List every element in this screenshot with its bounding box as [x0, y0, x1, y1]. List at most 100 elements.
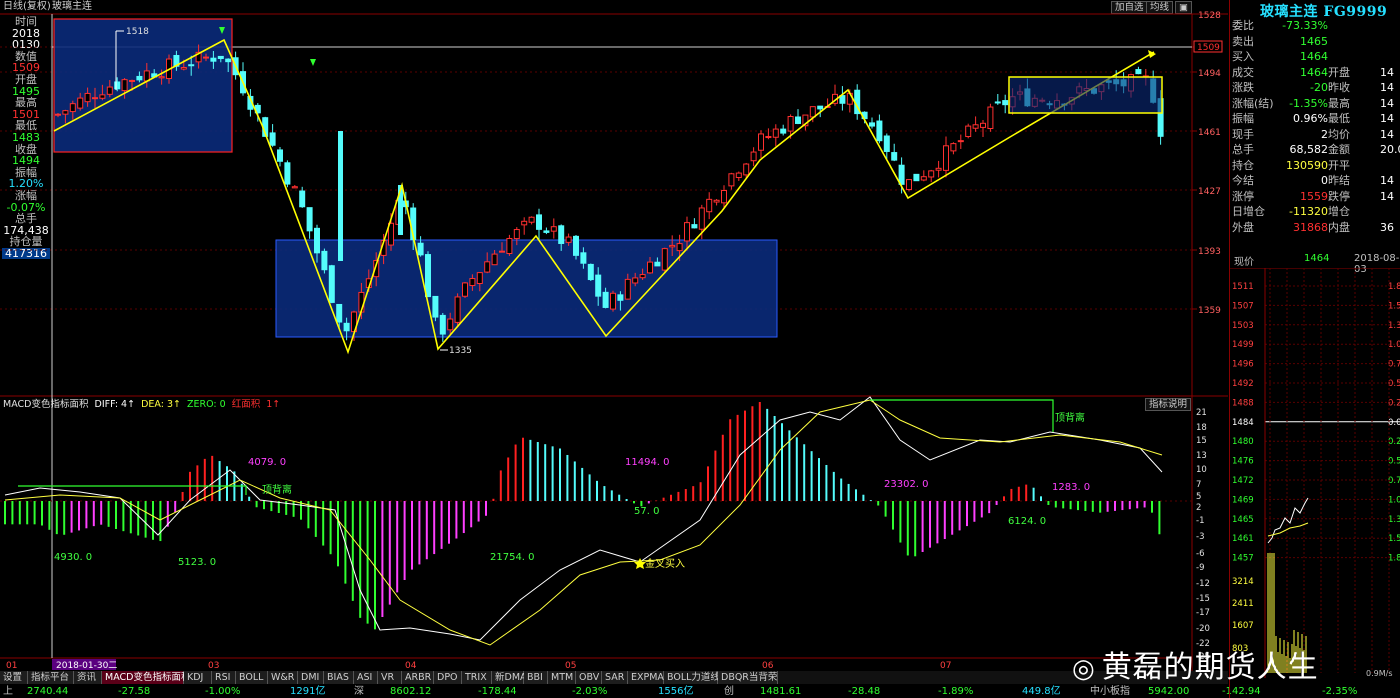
quote-row-value2: 36 [1380, 220, 1394, 234]
mini-pct: 1.04 [1388, 340, 1400, 350]
quote-row-label: 涨停 [1232, 189, 1254, 203]
price-label: 1393 [1198, 247, 1221, 257]
candle-body [158, 76, 165, 79]
cursor-price: 1509 [1197, 43, 1220, 53]
tab-3[interactable]: MACD变色指标面积 [102, 671, 190, 684]
candle-body [543, 230, 550, 233]
candle-body [454, 296, 461, 323]
tab-4[interactable]: KDJ [184, 671, 212, 684]
tab-10[interactable]: ASI [354, 671, 378, 684]
mini-price: 1507 [1232, 301, 1254, 311]
tab-5[interactable]: RSI [212, 671, 236, 684]
date-label: 07 [940, 661, 951, 671]
mini-pct: 0.53 [1388, 379, 1400, 389]
tab-9[interactable]: BIAS [324, 671, 354, 684]
tab-7[interactable]: W&R [268, 671, 298, 684]
candle-body [306, 207, 313, 232]
mini-pct: 1.82 [1388, 554, 1400, 564]
quote-row-value2: 14 [1380, 189, 1394, 203]
quote-row-value2: 14 [1380, 112, 1394, 125]
macd-axis-label: 5 [1196, 492, 1201, 502]
candle-body [691, 224, 698, 229]
tab-2[interactable]: 资讯 [74, 671, 102, 684]
candle-body [506, 237, 513, 254]
intraday-chart[interactable]: 1511 1.82 1507 1.58 1503 1.31 1499 1.04 1496 0.79… [1230, 268, 1400, 698]
tab-11[interactable]: VR [378, 671, 402, 684]
candle-body [439, 314, 446, 335]
tab-18[interactable]: OBV [576, 671, 602, 684]
candle-body [343, 322, 350, 332]
tab-8[interactable]: DMI [298, 671, 324, 684]
candle-body [1135, 69, 1142, 75]
mini-avg-line [1267, 522, 1309, 537]
macd-annotation: 11494. 0 [625, 457, 670, 468]
date-label: 03 [208, 661, 219, 671]
mini-speed: 0.9M/s [1366, 669, 1393, 678]
indicator-explain-button[interactable]: 指标说明 [1145, 398, 1192, 411]
candle-body [735, 172, 742, 179]
arrow-head [1148, 50, 1156, 58]
quote-row-label: 持仓 [1232, 158, 1254, 172]
candle-body [920, 176, 927, 181]
quote-row-value: 2 [1321, 127, 1328, 141]
mini-price: 1465 [1232, 515, 1254, 525]
macd-title: MACD变色指标面积 [3, 399, 89, 410]
candle-body [817, 105, 824, 110]
date-label: 05 [565, 661, 576, 671]
date-label: 2018-01-30二 [56, 661, 117, 671]
consolidation-box-1 [53, 18, 233, 153]
tab-6[interactable]: BOLL [236, 671, 268, 684]
chart-canvas[interactable]: 1528150914941461142713931359150915181335… [0, 0, 1228, 685]
tab-0[interactable]: 设置 [0, 671, 28, 684]
tab-16[interactable]: BBI [524, 671, 548, 684]
mini-vol-label: 1607 [1232, 621, 1254, 631]
market-status-bar: 上 2740.44 -27.58 -1.00% 1291亿 深 8602.12 -178.44… [0, 685, 1400, 698]
quote-row-value2: 14 [1380, 127, 1394, 141]
status-item: 1556亿 [658, 686, 694, 697]
tab-19[interactable]: SAR [602, 671, 628, 684]
candle-body [225, 58, 232, 63]
macd-diff-line [4, 396, 1163, 641]
quote-row: 委比 -73.33% [1232, 18, 1400, 33]
status-item: 深 [354, 686, 364, 697]
candle-body [980, 122, 986, 128]
now-price-label: 现价 [1234, 257, 1254, 268]
indicator-tabs: 设置 指标平台 资讯 MACD变色指标面积 KDJ RSI BOLL W&R DMI BIAS AS… [0, 671, 1228, 684]
candle-body [284, 162, 291, 185]
tab-17[interactable]: MTM [548, 671, 576, 684]
candle-body [750, 151, 757, 162]
tab-21[interactable]: BOLL力道线短 [664, 671, 729, 684]
macd-annotation: 4930. 0 [54, 552, 92, 563]
quote-row: 卖出 1465 [1232, 34, 1400, 49]
candle-body [77, 97, 84, 109]
candle-body [484, 261, 491, 273]
tab-12[interactable]: ARBR [402, 671, 434, 684]
mini-price: 1457 [1232, 554, 1254, 564]
candle-body [203, 56, 209, 59]
quote-row: 成交 1464 开盘 14 [1232, 65, 1400, 80]
candle-body [684, 222, 690, 242]
candle-body [706, 198, 713, 213]
quote-row-label: 今结 [1232, 174, 1254, 187]
tab-14[interactable]: TRIX [462, 671, 492, 684]
status-item: 1291亿 [290, 686, 326, 697]
quote-panel: 玻璃主连 FG9999 委比 -73.33% 卖出 1465 买入 1464 成交 1464 开… [1229, 0, 1400, 698]
date-label: 06 [762, 661, 774, 671]
tab-13[interactable]: DPO [434, 671, 462, 684]
watermark: ◎ 黄磊的期货人生 [1072, 642, 1319, 686]
candle-body [291, 186, 298, 189]
tab-15[interactable]: 新DMA [492, 671, 527, 684]
quote-row-label: 卖出 [1232, 34, 1254, 48]
mini-price: 1503 [1232, 321, 1254, 331]
quote-row-value: 0 [1321, 174, 1328, 187]
macd-axis-label: -9 [1196, 563, 1204, 573]
candle-body [772, 128, 779, 138]
quote-row: 涨停 1559 跌停 14 [1232, 189, 1400, 204]
candle-body [336, 303, 343, 323]
quote-row-value: -1.35% [1289, 96, 1328, 110]
price-label: 1528 [1198, 11, 1221, 21]
tab-22[interactable]: DBQR当背荣 [718, 671, 778, 684]
quote-row-label2: 开平 [1328, 158, 1350, 172]
tab-1[interactable]: 指标平台 [28, 671, 74, 684]
tab-20[interactable]: EXPMA [628, 671, 664, 684]
